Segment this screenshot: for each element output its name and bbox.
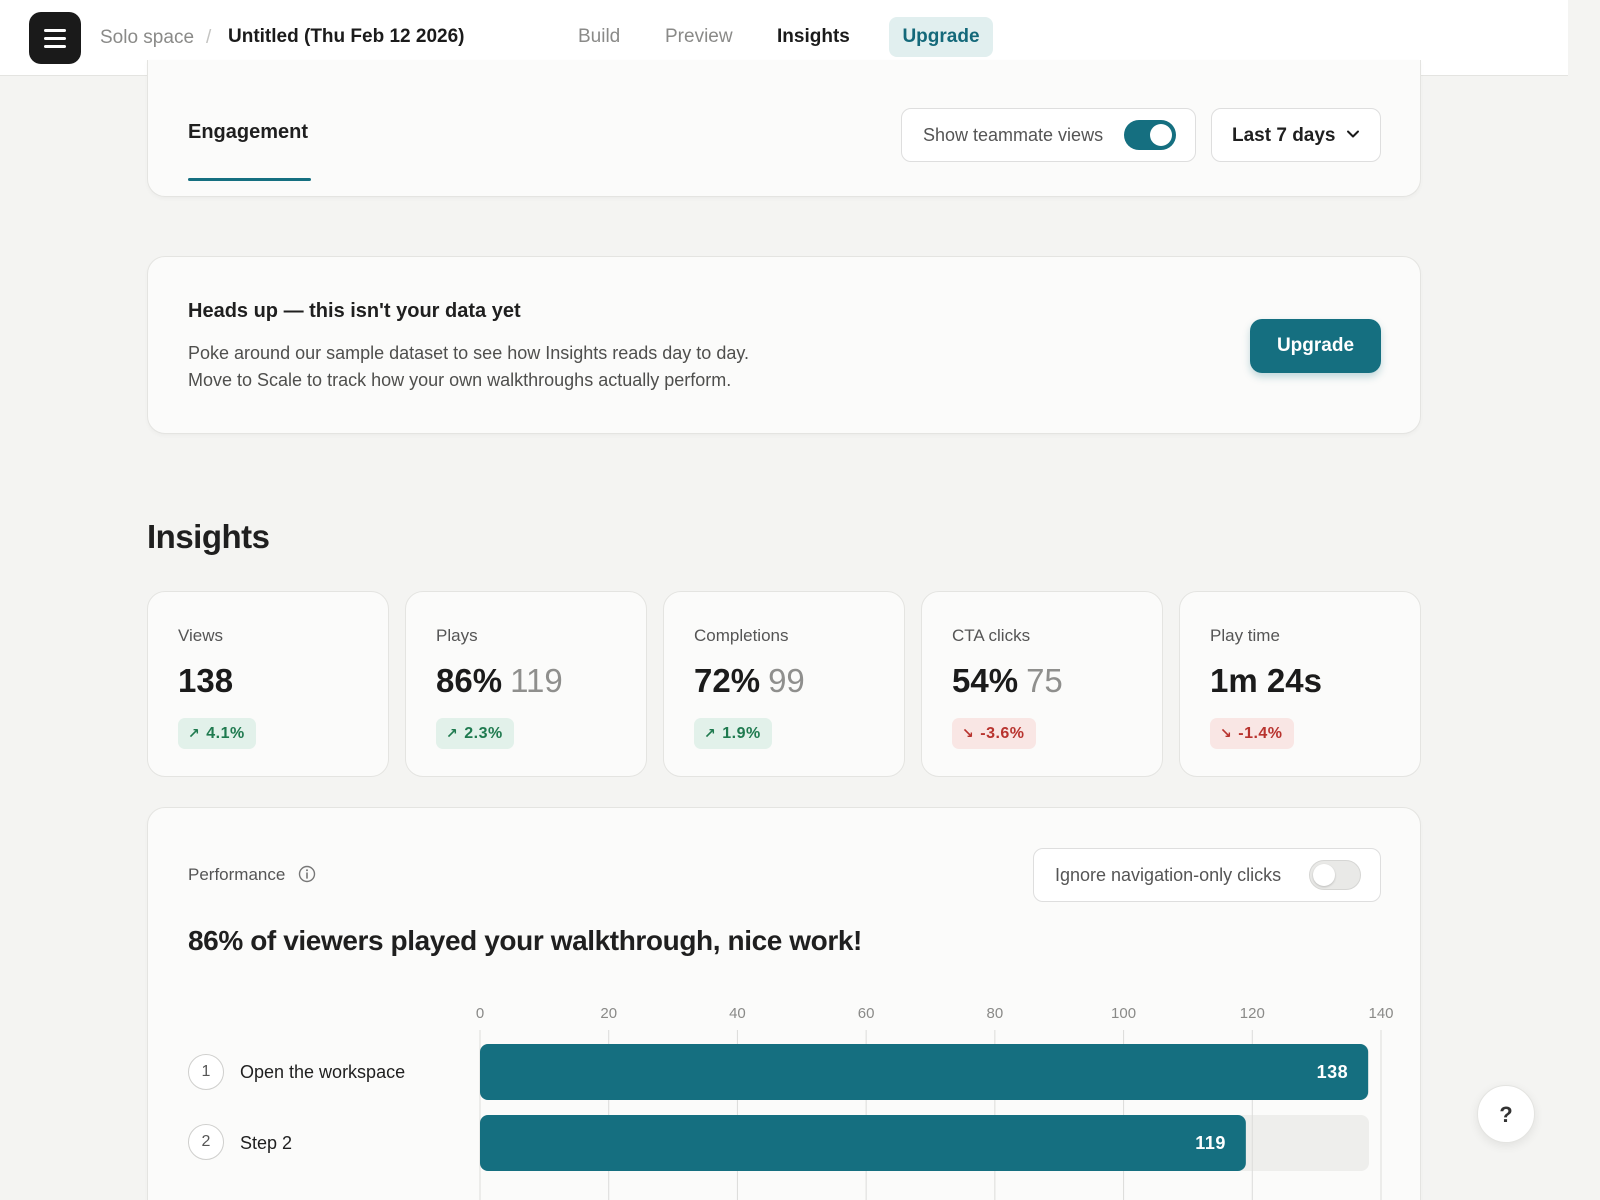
date-range-select[interactable]: Last 7 days: [1211, 108, 1381, 162]
metric-value: 86% 119: [436, 662, 563, 700]
tab-insights[interactable]: Insights: [777, 26, 850, 48]
trend-up-icon: ↗: [446, 725, 459, 741]
metric-secondary: 99: [768, 662, 805, 699]
engagement-tab-indicator: [188, 178, 311, 181]
metric-card-cta-clicks: CTA clicks 54% 75 ↘ -3.6%: [921, 591, 1163, 777]
trend-down-icon: ↘: [1220, 725, 1233, 741]
metric-delta: 2.3%: [464, 725, 503, 742]
metric-value: 72% 99: [694, 662, 805, 700]
bar: [480, 1044, 1369, 1100]
metric-value: 1m 24s: [1210, 662, 1322, 700]
chevron-down-icon: [1347, 130, 1359, 138]
step-name[interactable]: Step 2: [240, 1133, 292, 1154]
metric-secondary: 75: [1026, 662, 1063, 699]
x-tick-label: 0: [476, 1005, 484, 1022]
toggle-knob: [1150, 124, 1172, 146]
metric-delta: -3.6%: [980, 725, 1025, 742]
bar-value-label: 119: [1195, 1133, 1226, 1153]
performance-bar-chart: 0 20 40 60 80 100 120 140 138 119: [476, 1005, 1394, 1200]
notice-text-line-1: Poke around our sample dataset to see ho…: [188, 343, 750, 363]
metric-secondary: 119: [510, 662, 563, 699]
metric-delta: 1.9%: [722, 725, 761, 742]
walkthrough-title[interactable]: Untitled (Thu Feb 12 2026): [228, 26, 464, 48]
metric-delta-badge: ↗ 2.3%: [436, 718, 514, 749]
bar: [480, 1115, 1246, 1171]
sample-data-notice: Heads up — this isn't your data yet Poke…: [147, 256, 1421, 434]
metric-card-views: Views 138 ↗ 4.1%: [147, 591, 389, 777]
teammate-views-label: Show teammate views: [923, 125, 1104, 145]
metric-primary: 72%: [694, 662, 761, 699]
breadcrumb-separator: /: [206, 27, 212, 48]
hamburger-icon-line: [44, 37, 66, 40]
menu-button[interactable]: [29, 12, 81, 64]
x-tick-label: 60: [858, 1005, 875, 1022]
metric-card-completions: Completions 72% 99 ↗ 1.9%: [663, 591, 905, 777]
x-tick-label: 40: [729, 1005, 746, 1022]
engagement-tab[interactable]: Engagement: [188, 121, 308, 144]
performance-card: Performance Ignore navigation-only click…: [147, 807, 1421, 1200]
notice-title: Heads up — this isn't your data yet: [188, 300, 521, 322]
metric-primary: 138: [178, 662, 234, 699]
metric-label: Plays: [436, 626, 478, 645]
metric-delta-badge: ↗ 4.1%: [178, 718, 256, 749]
tab-preview[interactable]: Preview: [665, 26, 733, 48]
step-name[interactable]: Open the workspace: [240, 1062, 405, 1083]
metric-delta: 4.1%: [206, 725, 245, 742]
metric-label: Views: [178, 626, 224, 645]
trend-up-icon: ↗: [704, 725, 717, 741]
metric-primary: 54%: [952, 662, 1019, 699]
metric-value: 138: [178, 662, 233, 700]
teammate-views-control: Show teammate views: [901, 108, 1196, 162]
metric-value: 54% 75: [952, 662, 1063, 700]
x-tick-label: 80: [987, 1005, 1004, 1022]
x-tick-label: 120: [1240, 1005, 1265, 1022]
x-tick-label: 100: [1111, 1005, 1136, 1022]
metric-primary: 86%: [436, 662, 503, 699]
insights-heading: Insights: [147, 518, 270, 555]
metric-delta-badge: ↘ -1.4%: [1210, 718, 1294, 749]
teammate-views-toggle[interactable]: [1124, 120, 1176, 150]
bar-value-label: 138: [1317, 1062, 1349, 1082]
metric-delta-badge: ↗ 1.9%: [694, 718, 772, 749]
x-tick-label: 140: [1368, 1005, 1393, 1022]
trend-up-icon: ↗: [188, 725, 201, 741]
engagement-card: Engagement Show teammate views Last 7 da…: [147, 60, 1421, 197]
metric-label: Play time: [1210, 626, 1280, 645]
metric-label: CTA clicks: [952, 626, 1031, 645]
upgrade-button[interactable]: Upgrade: [1250, 319, 1381, 373]
date-range-value: Last 7 days: [1232, 125, 1336, 146]
breadcrumb-space[interactable]: Solo space: [100, 27, 194, 49]
metric-card-plays: Plays 86% 119 ↗ 2.3%: [405, 591, 647, 777]
notice-text-line-2: Move to Scale to track how your own walk…: [188, 370, 732, 390]
tab-build[interactable]: Build: [578, 26, 620, 48]
step-number-badge: 1: [188, 1054, 224, 1090]
metric-label: Completions: [694, 626, 789, 645]
upgrade-nav-button[interactable]: Upgrade: [889, 17, 993, 57]
metric-delta-badge: ↘ -3.6%: [952, 718, 1036, 749]
help-button[interactable]: ?: [1477, 1085, 1535, 1143]
x-tick-label: 20: [600, 1005, 617, 1022]
metric-primary: 1m 24s: [1210, 662, 1322, 699]
trend-down-icon: ↘: [962, 725, 975, 741]
hamburger-icon-line: [44, 45, 66, 48]
metric-delta: -1.4%: [1238, 725, 1283, 742]
metric-card-play-time: Play time 1m 24s ↘ -1.4%: [1179, 591, 1421, 777]
step-number-badge: 2: [188, 1124, 224, 1160]
hamburger-icon-line: [44, 29, 66, 32]
